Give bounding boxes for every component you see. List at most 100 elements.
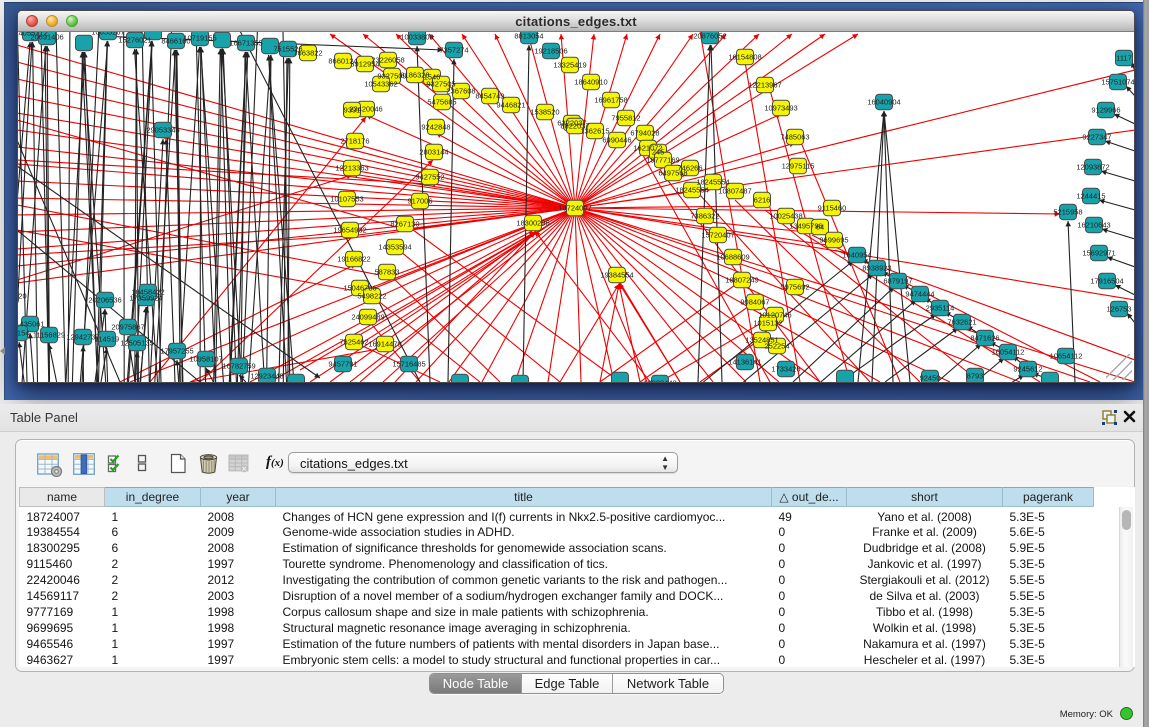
svg-text:13325419: 13325419	[553, 61, 586, 70]
svg-text:10033809: 10033809	[400, 33, 433, 42]
svg-text:20876052: 20876052	[693, 32, 726, 41]
svg-text:16961758: 16961758	[594, 96, 627, 105]
svg-text:19218506: 19218506	[534, 47, 567, 56]
svg-text:12213967: 12213967	[748, 81, 781, 90]
svg-text:7386322: 7386322	[690, 212, 719, 221]
svg-text:23226058: 23226058	[371, 56, 404, 65]
svg-text:12923448: 12923448	[250, 372, 283, 381]
svg-text:9391: 9391	[344, 106, 361, 115]
svg-text:26260520: 26260520	[18, 292, 27, 301]
svg-text:10719155: 10719155	[183, 34, 216, 43]
svg-text:92450: 92450	[920, 374, 941, 383]
svg-text:6216: 6216	[754, 196, 771, 205]
svg-text:114519: 114519	[95, 335, 119, 344]
svg-text:6794028: 6794028	[630, 129, 659, 138]
svg-text:7632621: 7632621	[947, 318, 976, 327]
svg-text:9242848: 9242848	[421, 123, 450, 132]
svg-text:16458422: 16458422	[131, 288, 164, 297]
svg-text:16154808: 16154808	[728, 53, 761, 62]
svg-text:917006: 917006	[407, 197, 432, 206]
svg-text:746266: 746266	[677, 164, 702, 173]
svg-text:19777169: 19777169	[646, 156, 679, 165]
svg-text:5475685: 5475685	[427, 98, 456, 107]
svg-text:18724007: 18724007	[558, 204, 591, 213]
svg-text:20206536: 20206536	[88, 296, 121, 305]
svg-text:29053346: 29053346	[146, 126, 179, 135]
svg-text:12975115: 12975115	[782, 162, 815, 171]
svg-text:20975867: 20975867	[111, 323, 144, 332]
svg-text:1435061: 1435061	[18, 320, 45, 329]
svg-text:18807249: 18807249	[725, 276, 758, 285]
svg-text:1117: 1117	[1116, 54, 1132, 63]
svg-text:12923448: 12923448	[643, 379, 676, 383]
svg-text:18245554: 18245554	[696, 178, 729, 187]
svg-text:10025438: 10025438	[769, 212, 802, 221]
svg-text:18640910: 18640910	[574, 78, 607, 87]
svg-text:12213363: 12213363	[335, 164, 368, 173]
svg-text:9084067: 9084067	[740, 298, 769, 307]
svg-text:7625462: 7625462	[339, 338, 368, 347]
svg-text:9699695: 9699695	[819, 236, 848, 245]
svg-text:16914479: 16914479	[368, 340, 401, 349]
svg-text:16671355: 16671355	[229, 39, 262, 48]
svg-text:9457791: 9457791	[328, 360, 357, 369]
svg-text:8454749: 8454749	[475, 92, 504, 101]
svg-text:587833: 587833	[374, 268, 399, 277]
svg-text:16782759: 16782759	[222, 362, 255, 371]
svg-text:6990446: 6990446	[602, 136, 631, 145]
svg-text:15720407: 15720407	[701, 231, 734, 240]
svg-text:15751074: 15751074	[1101, 78, 1134, 87]
svg-text:10958107: 10958107	[189, 355, 222, 364]
svg-text:1733426: 1733426	[771, 365, 800, 374]
svg-text:9245612: 9245612	[1013, 365, 1042, 374]
svg-text:6879197: 6879197	[883, 277, 912, 286]
svg-text:1538520: 1538520	[530, 108, 559, 117]
svg-text:19384554: 19384554	[600, 271, 633, 280]
svg-text:9446821: 9446821	[496, 101, 525, 110]
svg-text:15692971: 15692971	[1082, 249, 1115, 258]
svg-text:12505135: 12505135	[120, 339, 153, 348]
svg-text:8813054: 8813054	[514, 32, 543, 41]
svg-text:8267130: 8267130	[390, 220, 419, 229]
svg-text:2718176: 2718176	[340, 137, 369, 146]
svg-text:1244415: 1244415	[1076, 192, 1105, 201]
svg-text:14353594: 14353594	[378, 243, 411, 252]
svg-text:16054112: 16054112	[992, 348, 1025, 357]
svg-text:8471626: 8471626	[970, 334, 999, 343]
svg-text:252254: 252254	[764, 342, 789, 351]
svg-text:14136141: 14136141	[728, 358, 761, 367]
svg-text:24099489: 24099489	[351, 313, 384, 322]
svg-text:2367608: 2367608	[446, 87, 475, 96]
svg-text:9115460: 9115460	[818, 204, 847, 213]
svg-text:20691406: 20691406	[30, 33, 63, 42]
svg-text:15276021: 15276021	[118, 36, 151, 45]
svg-text:10543362: 10543362	[364, 80, 397, 89]
svg-text:7663822: 7663822	[293, 49, 322, 58]
svg-text:18245554: 18245554	[675, 186, 708, 195]
svg-text:10107553: 10107553	[330, 195, 363, 204]
svg-text:2803144: 2803144	[419, 148, 448, 157]
svg-text:9227347: 9227347	[1082, 133, 1111, 142]
svg-text:10973493: 10973493	[764, 104, 797, 113]
svg-text:16040904: 16040904	[867, 98, 900, 107]
svg-text:7485063: 7485063	[780, 133, 809, 142]
svg-text:5498222: 5498222	[357, 292, 386, 301]
svg-text:9427552: 9427552	[415, 173, 444, 182]
svg-text:8793: 8793	[967, 372, 984, 381]
svg-text:1640954: 1640954	[842, 251, 871, 260]
svg-text:19166822: 19166822	[337, 255, 370, 264]
svg-text:12093872: 12093872	[1076, 163, 1109, 172]
svg-text:9975692: 9975692	[780, 283, 809, 292]
svg-text:17916504: 17916504	[1090, 277, 1123, 286]
svg-text:1015132: 1015132	[753, 319, 782, 328]
svg-text:11156829: 11156829	[33, 331, 65, 340]
svg-text:8938923: 8938923	[862, 264, 891, 273]
svg-text:10654112: 10654112	[1050, 352, 1083, 361]
svg-text:19654932: 19654932	[333, 226, 366, 235]
svg-text:9474444: 9474444	[905, 290, 934, 299]
svg-text:1362615: 1362615	[580, 127, 609, 136]
svg-text:10688609: 10688609	[716, 253, 749, 262]
svg-text:15716485: 15716485	[392, 360, 425, 369]
svg-text:2935114: 2935114	[926, 304, 955, 313]
svg-text:7955812: 7955812	[611, 114, 640, 123]
